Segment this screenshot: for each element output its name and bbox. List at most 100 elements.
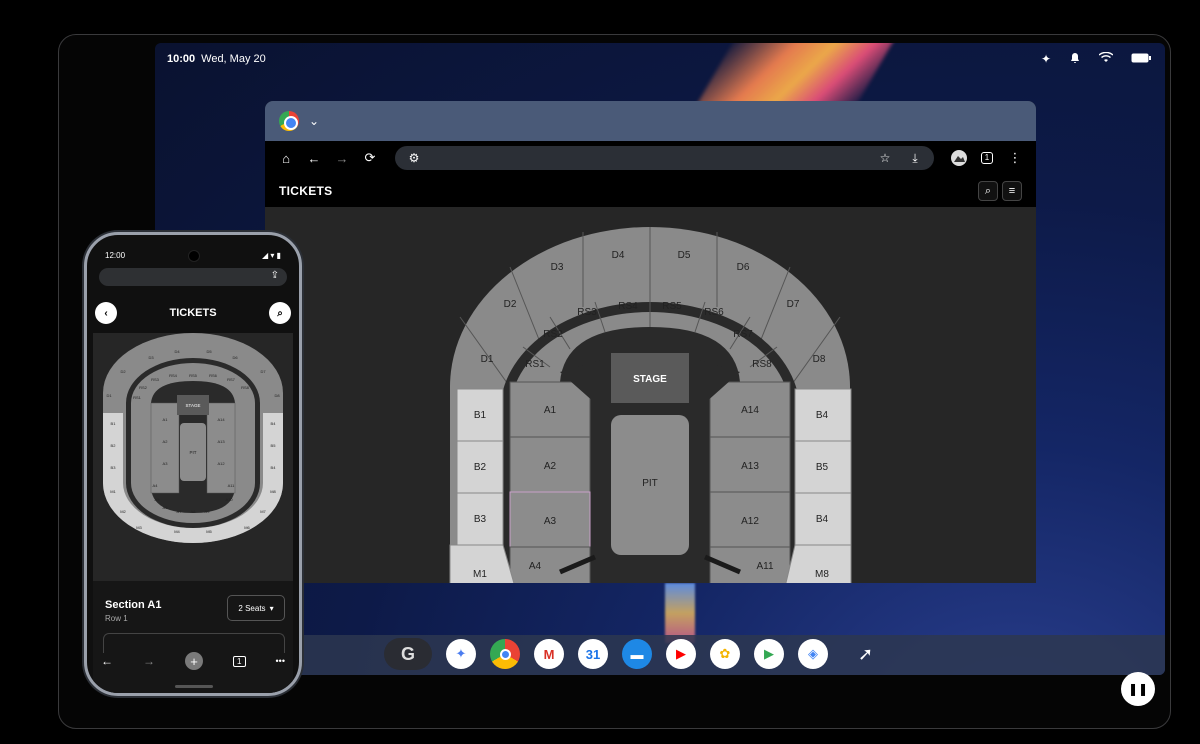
label-a2: A2 (544, 461, 557, 472)
label-b1: B1 (474, 410, 487, 421)
label-a4: A4 (529, 561, 542, 572)
phone-label-a_left-0: A1 (163, 417, 169, 422)
phone-seat-map: STAGE PIT D3 D4 D5 D6 D2 D7 D1 D8 RS1 RS2 RS3 RS4 RS… (93, 333, 293, 581)
forward-icon[interactable]: → (331, 147, 353, 169)
phone-page-header: ‹ TICKETS ⌕ (95, 301, 291, 325)
wallpaper-streak-bottom (665, 583, 695, 643)
phone-nav-back-icon[interactable]: ← (101, 654, 113, 668)
tab-count: 1 (980, 152, 994, 164)
phone-label-a_bottom-5: A10 (225, 497, 233, 502)
reload-icon[interactable]: ⟳ (359, 147, 381, 169)
phone-label-a_bottom-2: A7 (177, 509, 183, 514)
label-b5: B5 (816, 462, 829, 473)
label-rs4: RS4 (618, 301, 638, 312)
dock-app-play-store-icon[interactable]: ▶ (754, 639, 784, 669)
phone-seat-map-svg: STAGE PIT D3 D4 D5 D6 D2 D7 D1 D8 RS1 RS2RS3 RS4 RS… (103, 333, 283, 543)
phone-label-a_bottom-4: A9 (205, 509, 211, 514)
chrome-logo-icon[interactable] (279, 111, 299, 131)
label-b4-top: B4 (816, 410, 829, 421)
download-icon[interactable]: ⤓ (904, 147, 926, 169)
phone-label-m_bottom-1: M5 (206, 529, 212, 534)
home-indicator (175, 685, 213, 688)
sparkle-icon[interactable]: ✦ (1041, 52, 1051, 66)
dock-app-youtube-icon[interactable]: ▶ (666, 639, 696, 669)
dock-app-files-icon[interactable]: ▬ (622, 639, 652, 669)
label-d4: D4 (612, 250, 625, 261)
phone-label-m_left-1: M2 (120, 509, 126, 514)
phone-label-top-0: D3 (148, 355, 154, 360)
share-icon[interactable]: ⇪ (271, 270, 279, 281)
phone-label-a_bottom-0: A5 (155, 497, 161, 502)
phone-label-a_right-0: A14 (217, 417, 225, 422)
tab-count-button[interactable]: 1 (976, 147, 998, 169)
notification-icon[interactable] (1069, 52, 1081, 67)
phone-label-top-3: D6 (232, 355, 238, 360)
phone-search-icon[interactable]: ⌕ (269, 302, 291, 324)
kebab-menu-icon[interactable]: ⋮ (1004, 147, 1026, 169)
label-rs1: RS1 (525, 359, 545, 370)
chevron-down-icon[interactable]: ⌄ (309, 114, 319, 128)
dock-app-gemini-icon[interactable]: ✦ (446, 639, 476, 669)
mouse-cursor-icon: ➚ (858, 644, 874, 664)
phone-label-a_bottom-3: A8 (191, 509, 197, 514)
phone-label-rs-5: RS6 (209, 373, 218, 378)
phone-label-top-2: D5 (206, 349, 212, 354)
seats-dropdown[interactable]: 2 Seats ▾ (227, 595, 285, 621)
hamburger-menu-icon[interactable]: ≡ (1002, 181, 1022, 201)
back-icon[interactable]: ← (303, 147, 325, 169)
profile-avatar[interactable] (948, 147, 970, 169)
home-icon[interactable]: ⌂ (275, 147, 297, 169)
phone-label-m_right-0: M6 (244, 525, 250, 530)
dock-app-family-link-icon[interactable]: ◈ (798, 639, 828, 669)
battery-icon[interactable] (1131, 52, 1151, 66)
seat-map: D1 D2 D3 D4 D5 D6 D7 D8 RS1 RS2 RS3 RS4 … (265, 207, 1036, 583)
dock-app-gmail-icon[interactable]: M (534, 639, 564, 669)
selected-row: Row 1 (105, 614, 128, 623)
search-icon[interactable]: ⌕ (978, 181, 998, 201)
label-d2: D2 (504, 299, 517, 310)
phone-label-b_right-2: B4 (271, 465, 277, 470)
phone-more-icon[interactable]: ••• (276, 656, 285, 666)
phone-label-rs-7: RS8 (241, 385, 250, 390)
phone-label-rs-4: RS5 (189, 373, 198, 378)
new-tab-plus-icon[interactable]: + (185, 652, 204, 670)
label-m8: M8 (815, 569, 829, 580)
selected-section: Section A1 (105, 599, 162, 611)
phone-label-d_sides-0: D2 (120, 369, 126, 374)
label-d7: D7 (787, 299, 800, 310)
phone-label-rs-3: RS4 (169, 373, 178, 378)
phone-label-m_bottom-0: M4 (174, 529, 180, 534)
phone-label-m_right-2: M8 (270, 489, 276, 494)
phone-address-bar[interactable]: ⇪ (99, 268, 287, 286)
label-rs8: RS8 (752, 359, 772, 370)
phone-label-a_right-2: A12 (217, 461, 225, 466)
phone-label-a_left-3: A4 (153, 483, 159, 488)
dock-app-photos-icon[interactable]: ✿ (710, 639, 740, 669)
phone-label-rs-1: RS2 (139, 385, 148, 390)
phone-card (103, 633, 285, 653)
phone-label-top-1: D4 (174, 349, 180, 354)
date: Wed, May 20 (201, 53, 266, 65)
phone-nav-forward-icon[interactable]: → (143, 654, 155, 668)
phone-label-rs-2: RS3 (151, 377, 160, 382)
dock-app-calendar-icon[interactable]: 31 (578, 639, 608, 669)
phone-label-a_right-1: A13 (217, 439, 225, 444)
phone-label-d_sides-1: D7 (260, 369, 266, 374)
label-a1: A1 (544, 405, 557, 416)
phone-back-button[interactable]: ‹ (95, 302, 117, 324)
phone-device: 12:00 ◢ ▾ ▮ ⇪ ‹ TICKETS ⌕ STAGE PIT D3 D4… (84, 232, 302, 696)
dock-app-chrome-icon[interactable] (490, 639, 520, 669)
address-bar[interactable]: ⚙ ☆ ⤓ (395, 146, 934, 170)
wifi-icon[interactable] (1098, 51, 1114, 66)
system-status-bar: 10:00 Wed, May 20 ✦ (167, 51, 1151, 67)
site-settings-icon[interactable]: ⚙ (403, 147, 425, 169)
pause-button[interactable]: ❚❚ (1121, 672, 1155, 706)
tablet-screen: 10:00 Wed, May 20 ✦ ⌄ ⌂ ← → ⟳ ⚙ ☆ ⤓ 1 ⋮ … (155, 43, 1165, 675)
label-a11: A11 (756, 561, 773, 572)
bookmark-star-icon[interactable]: ☆ (874, 147, 896, 169)
label-rs7: RS7 (733, 329, 753, 340)
phone-tab-count[interactable]: 1 (233, 655, 246, 667)
launcher-button[interactable]: G (384, 638, 432, 670)
seats-value: 2 Seats (238, 603, 266, 613)
label-d1: D1 (481, 354, 494, 365)
